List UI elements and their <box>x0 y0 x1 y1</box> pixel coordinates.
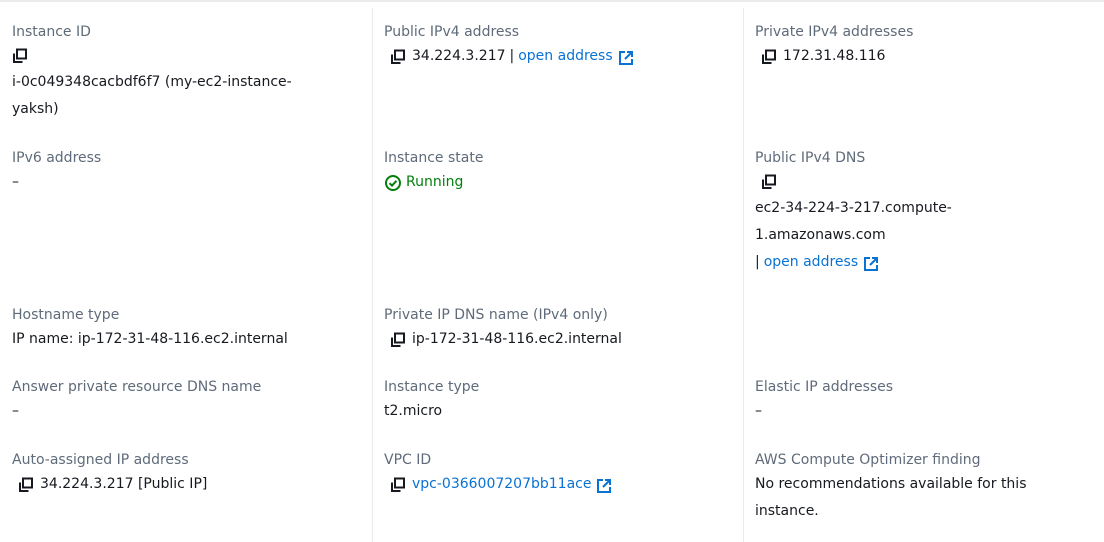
instance-state-label: Instance state <box>384 150 484 166</box>
public-dns-field: Public IPv4 DNS ec2-34-224-3-217.compute… <box>755 147 1095 276</box>
separator: | <box>509 48 515 64</box>
open-address-link[interactable]: open address <box>518 43 612 70</box>
auto-ip-label: Auto-assigned IP address <box>12 452 189 468</box>
ipv6-label: IPv6 address <box>12 150 102 166</box>
private-ipv4-value: 172.31.48.116 <box>783 48 886 64</box>
column-divider <box>743 8 744 542</box>
copy-icon[interactable] <box>761 49 777 65</box>
ipv6-value: – <box>12 174 19 190</box>
elastic-ip-label: Elastic IP addresses <box>755 379 894 395</box>
instance-type-label: Instance type <box>384 379 480 395</box>
answer-dns-label: Answer private resource DNS name <box>12 379 262 395</box>
ipv6-field: IPv6 address – <box>12 147 362 196</box>
public-ipv4-value: 34.224.3.217 <box>412 48 506 64</box>
answer-dns-field: Answer private resource DNS name – <box>12 376 362 425</box>
copy-icon[interactable] <box>390 477 406 493</box>
public-ipv4-field: Public IPv4 address 34.224.3.217 | open … <box>384 21 734 70</box>
private-dns-label: Private IP DNS name (IPv4 only) <box>384 307 608 323</box>
elastic-ip-field: Elastic IP addresses – <box>755 376 1095 425</box>
vpc-label: VPC ID <box>384 452 432 468</box>
instance-type-value: t2.micro <box>384 403 443 419</box>
external-link-icon[interactable] <box>618 49 634 65</box>
elastic-ip-value: – <box>755 403 762 419</box>
copy-icon[interactable] <box>390 332 406 348</box>
public-dns-value-line2: 1.amazonaws.com <box>755 227 886 243</box>
public-ipv4-label: Public IPv4 address <box>384 24 520 40</box>
column-divider <box>372 8 373 542</box>
hostname-type-value: IP name: ip-172-31-48-116.ec2.internal <box>12 331 288 347</box>
public-dns-label: Public IPv4 DNS <box>755 150 866 166</box>
hostname-type-field: Hostname type IP name: ip-172-31-48-116.… <box>12 304 362 353</box>
instance-id-field: Instance ID i-0c049348cacbdf6f7 (my-ec2-… <box>12 21 362 123</box>
external-link-icon[interactable] <box>863 255 879 271</box>
optimizer-value-line1: No recommendations available for this <box>755 476 1027 492</box>
optimizer-field: AWS Compute Optimizer finding No recomme… <box>755 449 1095 525</box>
instance-id-value-line1: i-0c049348cacbdf6f7 (my-ec2-instance- <box>12 74 292 90</box>
hostname-type-label: Hostname type <box>12 307 120 323</box>
instance-type-field: Instance type t2.micro <box>384 376 734 425</box>
open-address-link[interactable]: open address <box>764 249 858 276</box>
private-ipv4-label: Private IPv4 addresses <box>755 24 914 40</box>
external-link-icon[interactable] <box>596 477 612 493</box>
instance-id-value-line2: yaksh) <box>12 101 59 117</box>
answer-dns-value: – <box>12 403 19 419</box>
optimizer-label: AWS Compute Optimizer finding <box>755 452 981 468</box>
top-border <box>0 0 1104 2</box>
copy-icon[interactable] <box>761 174 777 190</box>
vpc-field: VPC ID vpc-0366007207bb11ace <box>384 449 734 498</box>
copy-icon[interactable] <box>390 49 406 65</box>
private-dns-value: ip-172-31-48-116.ec2.internal <box>412 331 622 347</box>
optimizer-value-line2: instance. <box>755 503 819 519</box>
instance-state-value: Running <box>406 174 464 190</box>
status-badge: Running <box>384 169 734 196</box>
check-circle-icon <box>385 174 401 191</box>
instance-id-label: Instance ID <box>12 24 91 40</box>
separator: | <box>755 254 760 270</box>
public-dns-value-line1: ec2-34-224-3-217.compute- <box>755 200 952 216</box>
auto-ip-value: 34.224.3.217 [Public IP] <box>40 476 208 492</box>
private-ipv4-field: Private IPv4 addresses 172.31.48.116 <box>755 21 1095 70</box>
instance-state-field: Instance state Running <box>384 147 734 196</box>
auto-ip-field: Auto-assigned IP address 34.224.3.217 [P… <box>12 449 362 498</box>
copy-icon[interactable] <box>18 477 34 493</box>
copy-icon[interactable] <box>12 48 28 64</box>
private-dns-field: Private IP DNS name (IPv4 only) ip-172-3… <box>384 304 734 353</box>
vpc-link[interactable]: vpc-0366007207bb11ace <box>412 471 591 498</box>
